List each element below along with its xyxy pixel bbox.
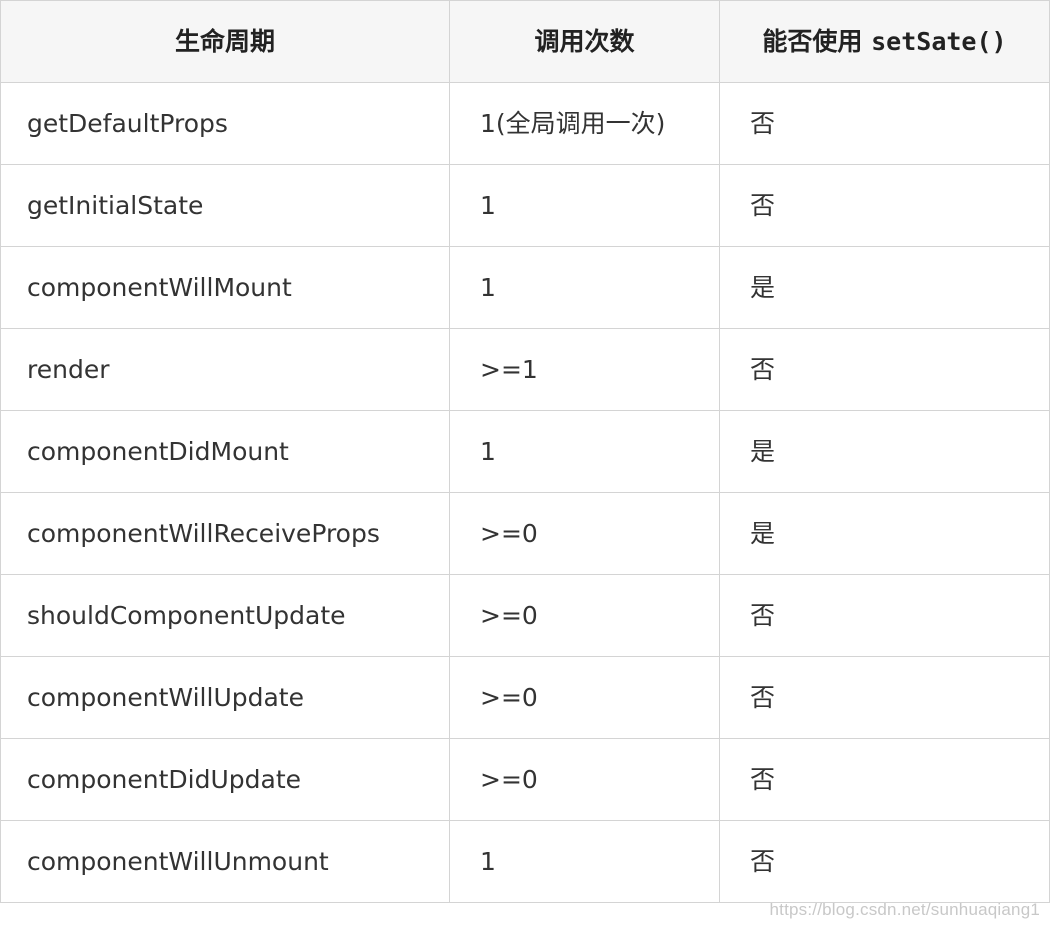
cell-call-count: >=0 <box>449 492 720 575</box>
cell-can-setstate: 是 <box>719 492 1050 575</box>
table-row: getInitialState 1 否 <box>0 164 1050 247</box>
cell-method: componentWillUpdate <box>0 656 450 739</box>
watermark: https://blog.csdn.net/sunhuaqiang1 <box>769 900 1040 919</box>
cell-can-setstate: 否 <box>719 328 1050 411</box>
cell-call-count: >=0 <box>449 738 720 821</box>
table-header-row: 生命周期 调用次数 能否使用 setSate() <box>0 0 1050 83</box>
cell-can-setstate: 否 <box>719 656 1050 739</box>
cell-method: componentDidUpdate <box>0 738 450 821</box>
cell-method: getDefaultProps <box>0 82 450 165</box>
table-row: componentWillReceiveProps >=0 是 <box>0 492 1050 575</box>
cell-call-count: 1 <box>449 820 720 903</box>
cell-can-setstate: 否 <box>719 820 1050 903</box>
cell-call-count: 1(全局调用一次) <box>449 82 720 165</box>
cell-method: render <box>0 328 450 411</box>
table-row: componentWillUpdate >=0 否 <box>0 656 1050 739</box>
header-lifecycle: 生命周期 <box>0 0 450 83</box>
cell-can-setstate: 否 <box>719 164 1050 247</box>
header-setstate-code: setSate() <box>871 27 1007 56</box>
header-call-count: 调用次数 <box>449 0 720 83</box>
cell-can-setstate: 否 <box>719 738 1050 821</box>
cell-method: componentWillMount <box>0 246 450 329</box>
cell-can-setstate: 是 <box>719 246 1050 329</box>
cell-method: componentDidMount <box>0 410 450 493</box>
table-row: componentDidMount 1 是 <box>0 410 1050 493</box>
cell-call-count: 1 <box>449 246 720 329</box>
table-row: componentDidUpdate >=0 否 <box>0 738 1050 821</box>
lifecycle-table: 生命周期 调用次数 能否使用 setSate() getDefaultProps… <box>0 0 1050 903</box>
table-row: render >=1 否 <box>0 328 1050 411</box>
header-can-setstate-text: 能否使用 <box>762 27 872 56</box>
cell-call-count: 1 <box>449 410 720 493</box>
cell-call-count: >=1 <box>449 328 720 411</box>
cell-can-setstate: 是 <box>719 410 1050 493</box>
cell-method: componentWillUnmount <box>0 820 450 903</box>
table-row: componentWillMount 1 是 <box>0 246 1050 329</box>
cell-call-count: >=0 <box>449 656 720 739</box>
cell-can-setstate: 否 <box>719 574 1050 657</box>
table-row: shouldComponentUpdate >=0 否 <box>0 574 1050 657</box>
cell-call-count: >=0 <box>449 574 720 657</box>
header-can-setstate: 能否使用 setSate() <box>719 0 1050 83</box>
table-row: getDefaultProps 1(全局调用一次) 否 <box>0 82 1050 165</box>
cell-can-setstate: 否 <box>719 82 1050 165</box>
cell-method: shouldComponentUpdate <box>0 574 450 657</box>
cell-method: getInitialState <box>0 164 450 247</box>
cell-call-count: 1 <box>449 164 720 247</box>
cell-method: componentWillReceiveProps <box>0 492 450 575</box>
table-row: componentWillUnmount 1 否 <box>0 820 1050 903</box>
